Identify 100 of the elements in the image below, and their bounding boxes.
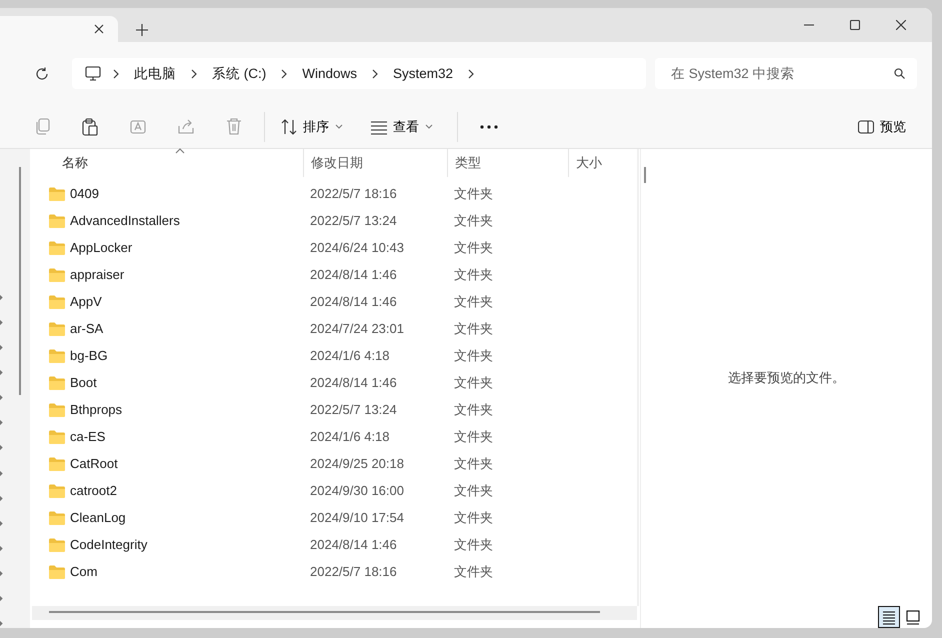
file-row[interactable]: AppLocker 2024/6/24 10:43 文件夹: [32, 234, 637, 261]
table-cell-text: 2024/7/24 23:01: [309, 320, 405, 338]
file-row[interactable]: appraiser 2024/8/14 1:46 文件夹: [32, 261, 637, 288]
folder-icon: [49, 402, 65, 416]
menu-button[interactable]: 查看: [361, 114, 443, 140]
chevron-icon[interactable]: [281, 68, 288, 78]
table-cell-text: 文件夹: [453, 266, 494, 284]
file-name: catroot2: [70, 483, 117, 498]
file-row[interactable]: CatRoot 2024/9/25 20:18 文件夹: [32, 450, 637, 477]
file-name: bg-BG: [70, 348, 108, 363]
close-icon[interactable]: [94, 24, 104, 34]
table-cell-text: 2022/5/7 13:24: [309, 401, 398, 419]
list-icon: [371, 118, 387, 134]
table-cell-text: 2024/9/10 17:54: [309, 509, 405, 527]
chevron-icon[interactable]: [113, 68, 119, 78]
file-name: Com: [70, 564, 98, 579]
table-cell-text: 文件夹: [453, 508, 494, 526]
file-row[interactable]: Boot 2024/8/14 1:46 文件夹: [32, 369, 637, 396]
search-icon: [894, 68, 905, 79]
preview-button[interactable]: 预览: [852, 116, 912, 136]
column-header[interactable]: 名称: [32, 149, 303, 177]
close-icon[interactable]: [896, 20, 906, 30]
table-cell-text: 文件夹: [453, 454, 494, 472]
file-name: appraiser: [70, 267, 124, 282]
tiles-view-icon: [905, 608, 921, 626]
search-field[interactable]: 在 System32 中搜索: [669, 65, 894, 82]
file-name: AdvancedInstallers: [70, 213, 180, 228]
table-cell-text: 2024/9/30 16:00: [309, 482, 405, 500]
file-row[interactable]: bg-BG 2024/1/6 4:18 文件夹: [32, 342, 637, 369]
folder-icon: [49, 564, 65, 578]
folder-icon: [49, 294, 65, 308]
file-row[interactable]: AdvancedInstallers 2022/5/7 13:24 文件夹: [32, 207, 637, 234]
file-row[interactable]: AppV 2024/8/14 1:46 文件夹: [32, 288, 637, 315]
details-view-button[interactable]: [878, 606, 900, 628]
table-cell-text: 2022/5/7 18:16: [309, 185, 398, 203]
table-cell-text: 2024/8/14 1:46: [309, 293, 398, 311]
breadcrumb[interactable]: 系统 (C:): [209, 64, 270, 82]
more-icon[interactable]: [480, 124, 498, 128]
file-row[interactable]: ca-ES 2024/1/6 4:18 文件夹: [32, 423, 637, 450]
column-header[interactable]: 修改日期: [303, 149, 447, 177]
table-cell-text: 文件夹: [453, 374, 494, 392]
maximize-icon[interactable]: [850, 20, 860, 30]
table-cell-text: 文件夹: [453, 320, 494, 338]
preview-message: 选择要预览的文件。: [728, 369, 845, 387]
table-cell-text: 文件夹: [453, 428, 494, 446]
table-cell-text: 文件夹: [453, 562, 494, 580]
file-name: Bthprops: [70, 402, 122, 417]
file-row[interactable]: CodeIntegrity 2024/8/14 1:46 文件夹: [32, 531, 637, 558]
scrollbar-thumb[interactable]: [19, 167, 21, 395]
table-cell-text: 2024/9/25 20:18: [309, 455, 405, 473]
chevron-icon[interactable]: [468, 68, 474, 78]
folder-icon: [49, 348, 65, 362]
file-name: CleanLog: [70, 510, 126, 525]
table-cell-text: 文件夹: [453, 400, 494, 418]
file-row[interactable]: catroot2 2024/9/30 16:00 文件夹: [32, 477, 637, 504]
file-row[interactable]: CleanLog 2024/9/10 17:54 文件夹: [32, 504, 637, 531]
breadcrumb[interactable]: Windows: [299, 66, 360, 81]
file-row[interactable]: ar-SA 2024/7/24 23:01 文件夹: [32, 315, 637, 342]
file-row[interactable]: Bthprops 2022/5/7 13:24 文件夹: [32, 396, 637, 423]
table-cell-text: 文件夹: [453, 482, 494, 500]
table-cell-text: 2024/8/14 1:46: [309, 536, 398, 554]
table-cell-text: 文件夹: [453, 346, 494, 364]
file-name: 0409: [70, 186, 99, 201]
plus-icon[interactable]: [136, 24, 148, 36]
folder-icon: [49, 322, 65, 336]
menu-button[interactable]: 排序: [271, 114, 353, 140]
search-box[interactable]: 在 System32 中搜索: [655, 58, 917, 89]
chevron-icon[interactable]: [191, 68, 197, 78]
file-name: AppLocker: [70, 240, 132, 255]
file-name: Boot: [70, 375, 97, 390]
table-cell-text: 2022/5/7 18:16: [309, 563, 398, 581]
folder-icon: [49, 430, 65, 444]
panel-icon: [858, 120, 874, 134]
file-name: ca-ES: [70, 429, 106, 444]
table-cell-text: 文件夹: [453, 212, 494, 230]
scrollbar-thumb[interactable]: [49, 611, 600, 613]
address-bar[interactable]: 此电脑 系统 (C:) Windows System32: [72, 58, 646, 89]
refresh-icon[interactable]: [35, 66, 49, 80]
folder-icon: [49, 484, 65, 498]
details-view-icon: [881, 608, 897, 626]
breadcrumb[interactable]: System32: [390, 66, 456, 81]
clipboard-icon[interactable]: [82, 118, 98, 136]
folder-icon: [49, 186, 65, 200]
folder-icon: [49, 538, 65, 552]
table-cell-text: 文件夹: [453, 292, 494, 310]
file-name: CatRoot: [70, 456, 118, 471]
file-row[interactable]: 0409 2022/5/7 18:16 文件夹: [32, 180, 637, 207]
file-row[interactable]: Com 2022/5/7 18:16 文件夹: [32, 558, 637, 585]
folder-icon: [49, 214, 65, 228]
scrollbar-thumb[interactable]: [644, 167, 646, 183]
folder-icon: [49, 510, 65, 524]
table-cell-text: 文件夹: [453, 184, 494, 202]
file-name: ar-SA: [70, 321, 104, 336]
folder-icon: [49, 456, 65, 470]
table-cell-text: 2022/5/7 13:24: [309, 212, 398, 230]
breadcrumb[interactable]: 此电脑: [131, 64, 179, 82]
table-cell-text: 2024/1/6 4:18: [309, 347, 391, 365]
chevron-icon[interactable]: [372, 68, 378, 78]
table-cell-text: 2024/6/24 10:43: [309, 239, 405, 257]
column-header[interactable]: 类型: [447, 149, 568, 177]
